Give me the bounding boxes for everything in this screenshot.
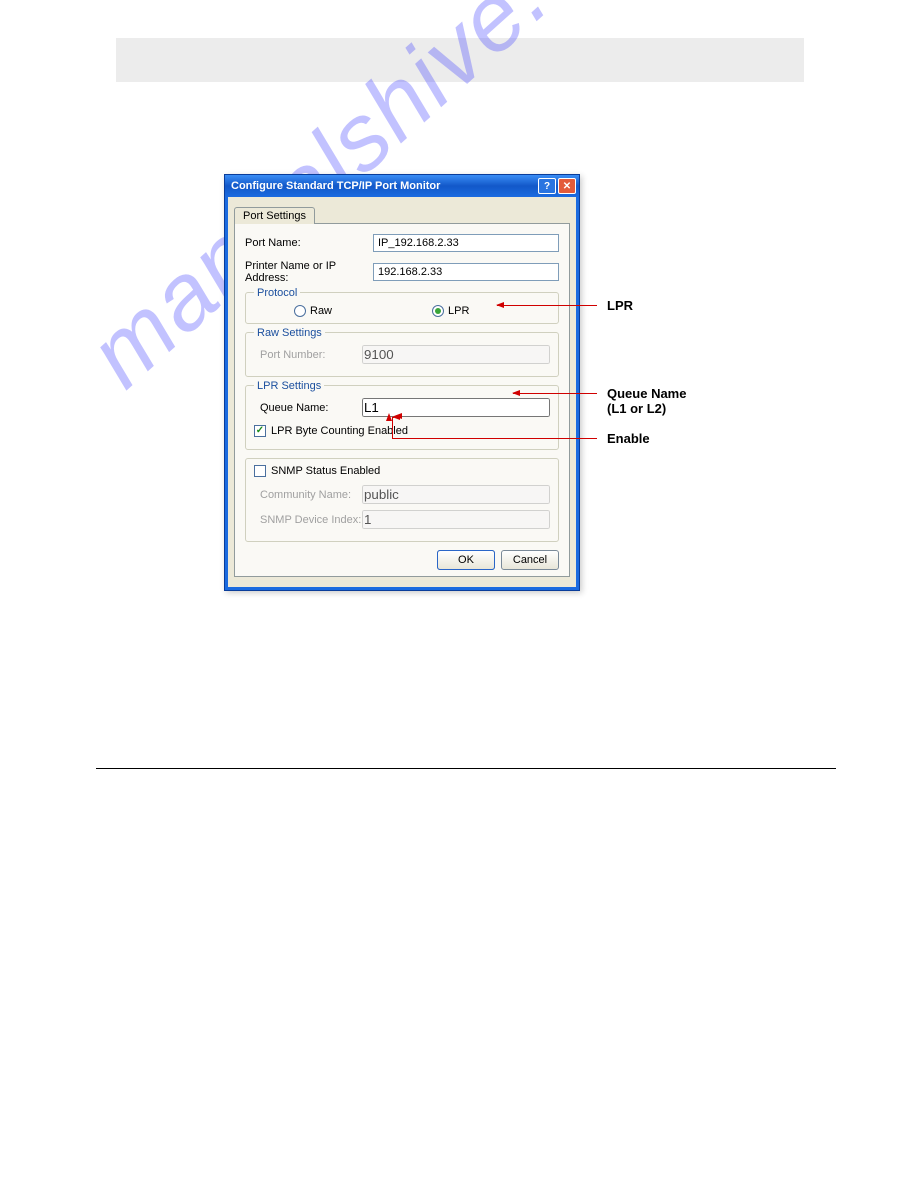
input-printer-ip[interactable] — [373, 263, 559, 281]
dialog-titlebar[interactable]: Configure Standard TCP/IP Port Monitor ?… — [225, 175, 579, 197]
arrow-queue — [513, 393, 597, 394]
label-port-name: Port Name: — [245, 237, 373, 249]
radio-lpr-label: LPR — [448, 305, 469, 317]
help-button[interactable]: ? — [538, 178, 556, 194]
arrow-enable-vert — [392, 417, 393, 439]
tcpip-port-dialog: Configure Standard TCP/IP Port Monitor ?… — [224, 174, 580, 591]
legend-raw: Raw Settings — [254, 327, 325, 339]
arrow-enable-horz — [392, 438, 597, 439]
tab-panel: Port Name: Printer Name or IP Address: P… — [234, 223, 570, 577]
arrow-lpr — [497, 305, 597, 306]
arrow-enable-head — [386, 413, 392, 421]
row-printer-ip: Printer Name or IP Address: — [245, 260, 559, 284]
label-community: Community Name: — [254, 489, 362, 501]
label-raw-port: Port Number: — [254, 349, 362, 361]
callout-lpr: LPR — [607, 298, 633, 313]
legend-lpr: LPR Settings — [254, 380, 324, 392]
checkbox-lpr-bytecount[interactable] — [254, 425, 266, 437]
row-lpr-bytecount[interactable]: LPR Byte Counting Enabled — [254, 425, 550, 437]
row-port-name: Port Name: — [245, 234, 559, 252]
ok-button[interactable]: OK — [437, 550, 495, 570]
page-divider — [96, 768, 836, 769]
dialog-button-row: OK Cancel — [245, 550, 559, 570]
cancel-button[interactable]: Cancel — [501, 550, 559, 570]
label-queue-name: Queue Name: — [254, 402, 362, 414]
row-snmp-index: SNMP Device Index: — [254, 510, 550, 529]
tab-port-settings[interactable]: Port Settings — [234, 207, 315, 224]
label-snmp-index: SNMP Device Index: — [254, 514, 362, 526]
radio-raw[interactable] — [294, 305, 306, 317]
input-port-name[interactable] — [373, 234, 559, 252]
callout-queue: Queue Name (L1 or L2) — [607, 386, 686, 416]
arrow-enable — [393, 417, 394, 418]
tab-strip: Port Settings — [234, 203, 570, 223]
row-snmp-enabled[interactable]: SNMP Status Enabled — [254, 465, 550, 477]
callout-enable: Enable — [607, 431, 650, 446]
label-snmp-enabled: SNMP Status Enabled — [271, 465, 380, 477]
label-lpr-bytecount: LPR Byte Counting Enabled — [271, 425, 408, 437]
page-header-bar — [116, 38, 804, 82]
row-queue-name: Queue Name: — [254, 398, 550, 417]
row-community: Community Name: — [254, 485, 550, 504]
radio-raw-item[interactable]: Raw — [294, 305, 332, 317]
callout-queue-line2: (L1 or L2) — [607, 401, 666, 416]
fieldset-snmp: SNMP Status Enabled Community Name: SNMP… — [245, 458, 559, 542]
input-raw-port — [362, 345, 550, 364]
dialog-title: Configure Standard TCP/IP Port Monitor — [231, 180, 536, 192]
radio-raw-label: Raw — [310, 305, 332, 317]
input-community — [362, 485, 550, 504]
checkbox-snmp-enabled[interactable] — [254, 465, 266, 477]
close-icon: ✕ — [563, 181, 571, 192]
radio-lpr[interactable] — [432, 305, 444, 317]
close-button[interactable]: ✕ — [558, 178, 576, 194]
legend-protocol: Protocol — [254, 287, 300, 299]
callout-queue-line1: Queue Name — [607, 386, 686, 401]
input-snmp-index — [362, 510, 550, 529]
label-printer-ip: Printer Name or IP Address: — [245, 260, 373, 284]
fieldset-raw-settings: Raw Settings Port Number: — [245, 332, 559, 377]
fieldset-protocol: Protocol Raw LPR — [245, 292, 559, 324]
protocol-radio-group: Raw LPR — [254, 305, 550, 317]
radio-lpr-item[interactable]: LPR — [432, 305, 469, 317]
row-raw-port: Port Number: — [254, 345, 550, 364]
